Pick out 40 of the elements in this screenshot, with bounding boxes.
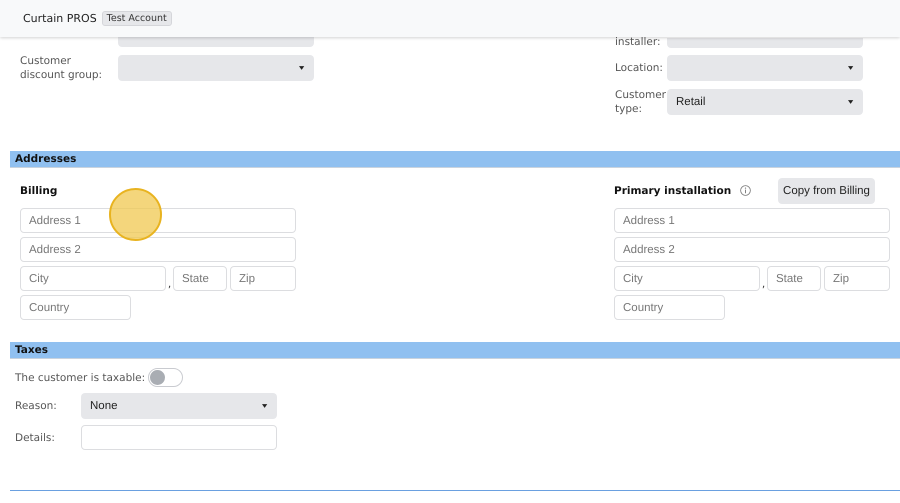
select-field[interactable] <box>118 37 314 47</box>
select-field[interactable]: None <box>81 393 277 419</box>
select-field[interactable] <box>667 55 863 81</box>
input-field[interactable]: State <box>767 266 821 291</box>
input-field[interactable]: Address 2 <box>20 237 296 262</box>
input-field[interactable] <box>81 425 277 450</box>
select-field[interactable] <box>118 55 314 81</box>
separator: , <box>760 277 766 291</box>
caret-icon <box>262 404 268 408</box>
section-subtitle: Billing <box>20 184 58 196</box>
field-label: installer: <box>615 36 662 48</box>
input-field[interactable]: State <box>173 266 227 291</box>
toggle-switch[interactable] <box>148 368 184 387</box>
field-label: Location: <box>615 61 664 75</box>
select-field[interactable]: Retail <box>667 89 863 115</box>
separator: , <box>166 277 172 291</box>
input-field[interactable]: Zip <box>230 266 296 291</box>
account-badge: Test Account <box>102 11 172 26</box>
field-label: Details: <box>15 432 56 444</box>
info-icon[interactable] <box>740 185 752 196</box>
field-label: Customer discount group: <box>20 54 104 82</box>
input-field[interactable]: City <box>614 266 760 291</box>
input-field[interactable]: Address 2 <box>614 237 890 262</box>
section-header: Addresses <box>10 151 900 168</box>
caret-icon <box>299 66 305 70</box>
input-field[interactable]: Address 1 <box>614 208 890 233</box>
input-field[interactable]: Country <box>614 295 725 320</box>
copy-button[interactable]: Copy from Billing <box>778 178 875 204</box>
input-field[interactable]: Country <box>20 295 131 320</box>
field-label: The customer is taxable: <box>15 372 146 384</box>
app-title: Curtain PROS <box>23 12 97 25</box>
field-label: Customer type: <box>615 88 667 116</box>
field-label: Reason: <box>15 400 58 412</box>
input-field[interactable]: Zip <box>824 266 890 291</box>
select-field[interactable] <box>667 38 863 48</box>
section-header: Taxes <box>10 342 900 359</box>
caret-icon <box>848 100 854 104</box>
section-subtitle: Primary installation <box>614 184 732 196</box>
caret-icon <box>848 66 854 70</box>
input-field[interactable]: City <box>20 266 166 291</box>
